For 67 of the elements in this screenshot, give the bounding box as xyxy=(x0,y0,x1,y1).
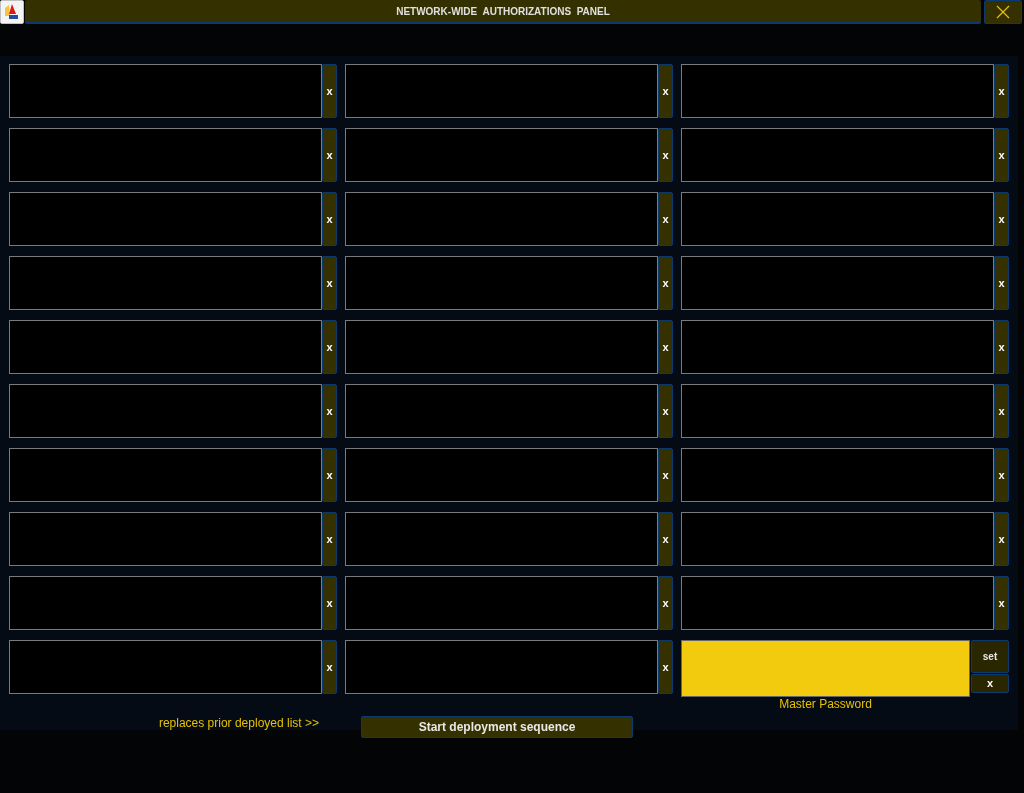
text-field[interactable] xyxy=(9,256,322,310)
text-field[interactable] xyxy=(345,192,658,246)
text-field[interactable] xyxy=(345,576,658,630)
close-icon[interactable] xyxy=(984,0,1022,24)
clear-button[interactable]: x xyxy=(658,320,673,374)
clear-button[interactable]: x xyxy=(658,640,673,694)
clear-button[interactable]: x xyxy=(994,256,1009,310)
text-field[interactable] xyxy=(9,64,322,118)
clear-button[interactable]: x xyxy=(994,192,1009,246)
clear-button[interactable]: x xyxy=(658,192,673,246)
text-field[interactable] xyxy=(9,192,322,246)
set-button[interactable]: set xyxy=(971,640,1009,673)
text-field[interactable] xyxy=(9,640,322,694)
text-field[interactable] xyxy=(9,576,322,630)
clear-button[interactable]: x xyxy=(994,384,1009,438)
clear-button[interactable]: x xyxy=(322,256,337,310)
text-field[interactable] xyxy=(345,128,658,182)
text-field[interactable] xyxy=(345,384,658,438)
clear-button[interactable]: x xyxy=(994,320,1009,374)
text-field[interactable] xyxy=(681,384,994,438)
text-field[interactable] xyxy=(345,320,658,374)
clear-button[interactable]: x xyxy=(658,576,673,630)
text-field[interactable] xyxy=(681,64,994,118)
clear-button[interactable]: x xyxy=(658,512,673,566)
text-field[interactable] xyxy=(681,192,994,246)
clear-button[interactable]: x xyxy=(994,128,1009,182)
clear-button[interactable]: x xyxy=(322,576,337,630)
text-field[interactable] xyxy=(681,320,994,374)
text-field[interactable] xyxy=(9,384,322,438)
text-field[interactable] xyxy=(345,512,658,566)
text-field[interactable] xyxy=(345,448,658,502)
text-field[interactable] xyxy=(345,64,658,118)
clear-button[interactable]: x xyxy=(971,674,1009,693)
clear-button[interactable]: x xyxy=(994,448,1009,502)
text-field[interactable] xyxy=(9,448,322,502)
text-field[interactable] xyxy=(681,256,994,310)
clear-button[interactable]: x xyxy=(994,576,1009,630)
clear-button[interactable]: x xyxy=(658,384,673,438)
text-field[interactable] xyxy=(681,128,994,182)
text-field[interactable] xyxy=(9,128,322,182)
clear-button[interactable]: x xyxy=(322,192,337,246)
text-field[interactable] xyxy=(681,512,994,566)
start-deployment-button[interactable]: Start deployment sequence xyxy=(361,716,633,738)
clear-button[interactable]: x xyxy=(658,448,673,502)
clear-button[interactable]: x xyxy=(322,320,337,374)
clear-button[interactable]: x xyxy=(322,384,337,438)
clear-button[interactable]: x xyxy=(994,64,1009,118)
text-field[interactable] xyxy=(345,640,658,694)
window-title: NETWORK-WIDE AUTHORIZATIONS PANEL xyxy=(396,4,610,19)
text-field[interactable] xyxy=(9,320,322,374)
text-field[interactable] xyxy=(9,512,322,566)
clear-button[interactable]: x xyxy=(658,256,673,310)
text-field[interactable] xyxy=(681,448,994,502)
clear-button[interactable]: x xyxy=(322,512,337,566)
clear-button[interactable]: x xyxy=(322,128,337,182)
clear-button[interactable]: x xyxy=(658,64,673,118)
clear-button[interactable]: x xyxy=(322,448,337,502)
clear-button[interactable]: x xyxy=(994,512,1009,566)
hint-text: replaces prior deployed list >> xyxy=(158,715,319,732)
text-field[interactable] xyxy=(681,576,994,630)
clear-button[interactable]: x xyxy=(658,128,673,182)
clear-button[interactable]: x xyxy=(322,640,337,694)
clear-button[interactable]: x xyxy=(322,64,337,118)
app-logo-icon xyxy=(0,0,24,24)
master-password-label: Master Password xyxy=(779,697,872,711)
master-password-field[interactable] xyxy=(681,640,970,697)
text-field[interactable] xyxy=(345,256,658,310)
